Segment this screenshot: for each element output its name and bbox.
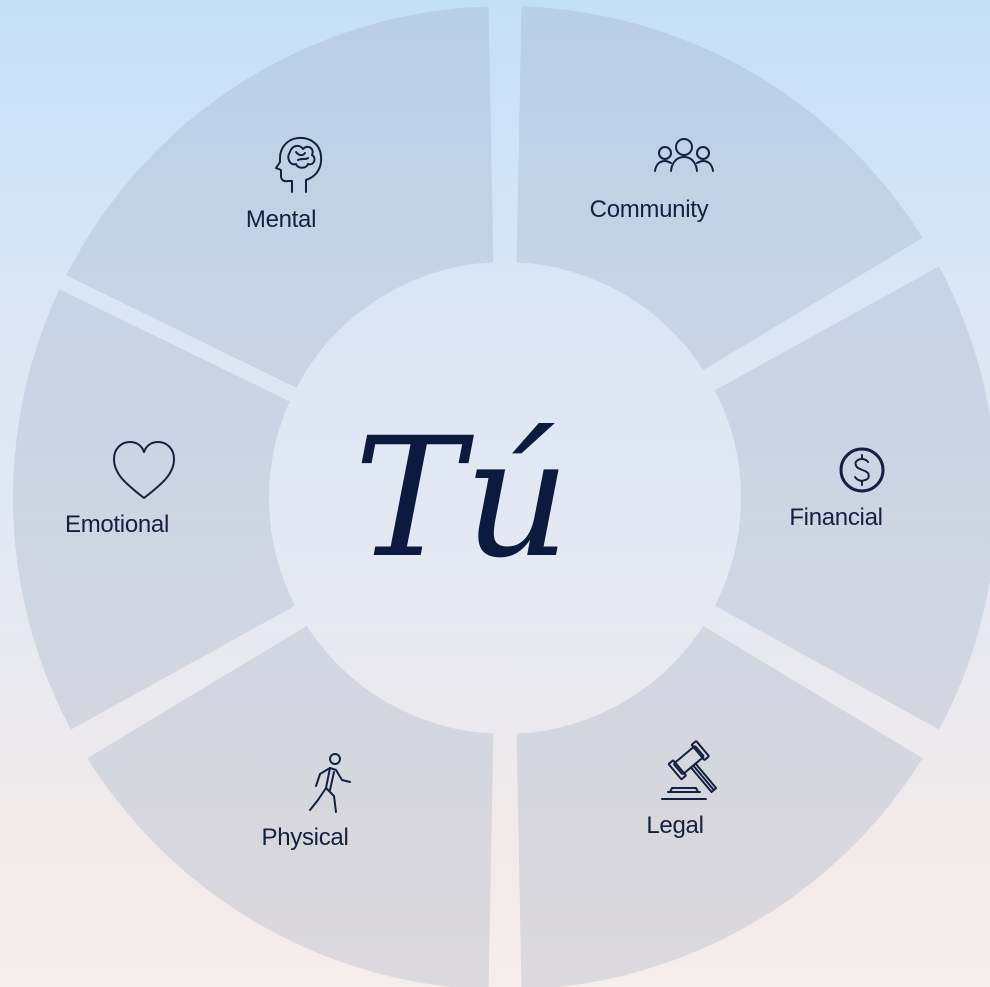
center-label: Tú — [354, 402, 570, 594]
segment-label-legal: Legal — [646, 812, 703, 839]
wellbeing-wheel: Mental Community Financial Legal Physica… — [13, 6, 990, 987]
segment-label-financial: Financial — [789, 504, 882, 531]
segment-label-emotional: Emotional — [65, 511, 169, 538]
segment-label-community: Community — [590, 196, 709, 223]
segment-label-mental: Mental — [246, 206, 316, 233]
segment-label-physical: Physical — [262, 824, 349, 851]
center-hub: Tú — [354, 402, 570, 594]
